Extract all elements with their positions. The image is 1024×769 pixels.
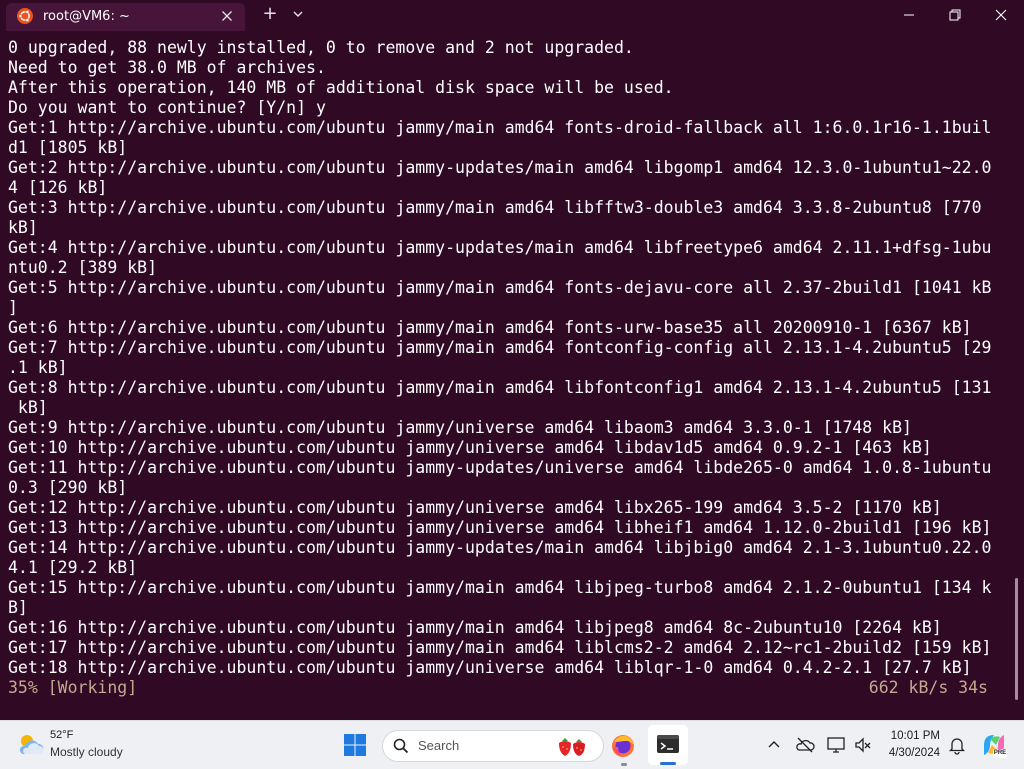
clock-date[interactable]: 4/30/2024 [880, 747, 940, 759]
terminal-line: ntu0.2 [389 kB] [8, 258, 158, 277]
running-indicator [621, 763, 627, 766]
terminal-line: kB] [8, 218, 38, 237]
terminal-line: Get:2 http://archive.ubuntu.com/ubuntu j… [8, 158, 992, 177]
search-placeholder: Search [418, 738, 460, 753]
close-icon [995, 9, 1007, 21]
clock-time[interactable]: 10:01 PM [880, 730, 940, 742]
network-icon[interactable] [826, 735, 846, 755]
terminal-taskbar-button[interactable] [648, 725, 688, 765]
close-window-button[interactable] [978, 0, 1024, 31]
ubuntu-logo-icon [17, 8, 33, 24]
firefox-icon[interactable] [610, 733, 636, 759]
progress-status: 35% [Working] [8, 678, 138, 697]
terminal-line: Get:15 http://archive.ubuntu.com/ubuntu … [8, 578, 992, 597]
terminal-line: After this operation, 140 MB of addition… [8, 78, 674, 97]
new-tab-button[interactable]: + [260, 4, 280, 24]
terminal-line: 0.3 [290 kB] [8, 478, 128, 497]
minimize-icon [904, 14, 914, 16]
minimize-button[interactable] [886, 0, 932, 31]
restore-icon [949, 9, 961, 21]
terminal-line: Get:6 http://archive.ubuntu.com/ubuntu j… [8, 318, 972, 337]
tab-title: root@VM6: ~ [43, 9, 130, 24]
strawberries-icon [555, 735, 595, 757]
close-tab-icon[interactable] [219, 8, 235, 24]
terminal-line: 4.1 [29.2 kB] [8, 558, 138, 577]
terminal-line: ] [8, 298, 18, 317]
terminal-line: Do you want to continue? [Y/n] y [8, 98, 326, 117]
terminal-line: Get:10 http://archive.ubuntu.com/ubuntu … [8, 438, 932, 457]
title-bar[interactable]: root@VM6: ~ + [0, 0, 1024, 31]
terminal-icon [656, 733, 680, 755]
terminal-line: Get:11 http://archive.ubuntu.com/ubuntu … [8, 458, 992, 477]
terminal-line: Get:1 http://archive.ubuntu.com/ubuntu j… [8, 118, 992, 137]
terminal-output[interactable]: 0 upgraded, 88 newly installed, 0 to rem… [8, 38, 1008, 708]
terminal-line: Get:14 http://archive.ubuntu.com/ubuntu … [8, 538, 992, 557]
chevron-up-icon[interactable] [764, 735, 784, 755]
terminal-line: 4 [126 kB] [8, 178, 108, 197]
onedrive-offline-icon[interactable] [795, 735, 815, 755]
terminal-line: kB] [8, 398, 48, 417]
terminal-line: 0 upgraded, 88 newly installed, 0 to rem… [8, 38, 634, 57]
terminal-line: Get:8 http://archive.ubuntu.com/ubuntu j… [8, 378, 992, 397]
terminal-scrollbar[interactable] [1015, 578, 1018, 700]
terminal-line: Need to get 38.0 MB of archives. [8, 58, 326, 77]
taskbar: 52°F Mostly cloudy Search 10:01 PM 4/30/… [0, 720, 1024, 769]
terminal-line: B] [8, 598, 28, 617]
terminal-line: Get:5 http://archive.ubuntu.com/ubuntu j… [8, 278, 992, 297]
terminal-line: d1 [1805 kB] [8, 138, 128, 157]
download-speed-eta: 662 kB/s 34s [868, 678, 988, 697]
terminal-line: Get:12 http://archive.ubuntu.com/ubuntu … [8, 498, 942, 517]
search-icon [393, 738, 409, 754]
cloudy-weather-icon[interactable] [16, 730, 46, 760]
terminal-window: root@VM6: ~ + 0 upgraded, 88 newly insta… [0, 0, 1024, 720]
terminal-line: Get:3 http://archive.ubuntu.com/ubuntu j… [8, 198, 982, 217]
active-indicator [660, 762, 676, 765]
volume-muted-icon[interactable] [853, 735, 873, 755]
notification-bell-icon[interactable] [947, 735, 967, 755]
taskbar-search-box[interactable]: Search [382, 730, 604, 762]
terminal-line: Get:7 http://archive.ubuntu.com/ubuntu j… [8, 338, 992, 357]
terminal-line: .1 kB] [8, 358, 68, 377]
terminal-line: Get:16 http://archive.ubuntu.com/ubuntu … [8, 618, 942, 637]
terminal-line: Get:4 http://archive.ubuntu.com/ubuntu j… [8, 238, 992, 257]
preview-badge: PRE [993, 749, 1007, 758]
terminal-line: Get:9 http://archive.ubuntu.com/ubuntu j… [8, 418, 912, 437]
maximize-button[interactable] [932, 0, 978, 31]
chevron-down-icon[interactable] [289, 5, 307, 23]
weather-description: Mostly cloudy [50, 745, 123, 759]
weather-temperature: 52°F [50, 729, 74, 741]
tab-root-vm6[interactable]: root@VM6: ~ [6, 3, 245, 31]
terminal-line: Get:18 http://archive.ubuntu.com/ubuntu … [8, 658, 972, 677]
terminal-line: Get:13 http://archive.ubuntu.com/ubuntu … [8, 518, 992, 537]
terminal-line: Get:17 http://archive.ubuntu.com/ubuntu … [8, 638, 992, 657]
windows-start-icon[interactable] [343, 733, 367, 757]
